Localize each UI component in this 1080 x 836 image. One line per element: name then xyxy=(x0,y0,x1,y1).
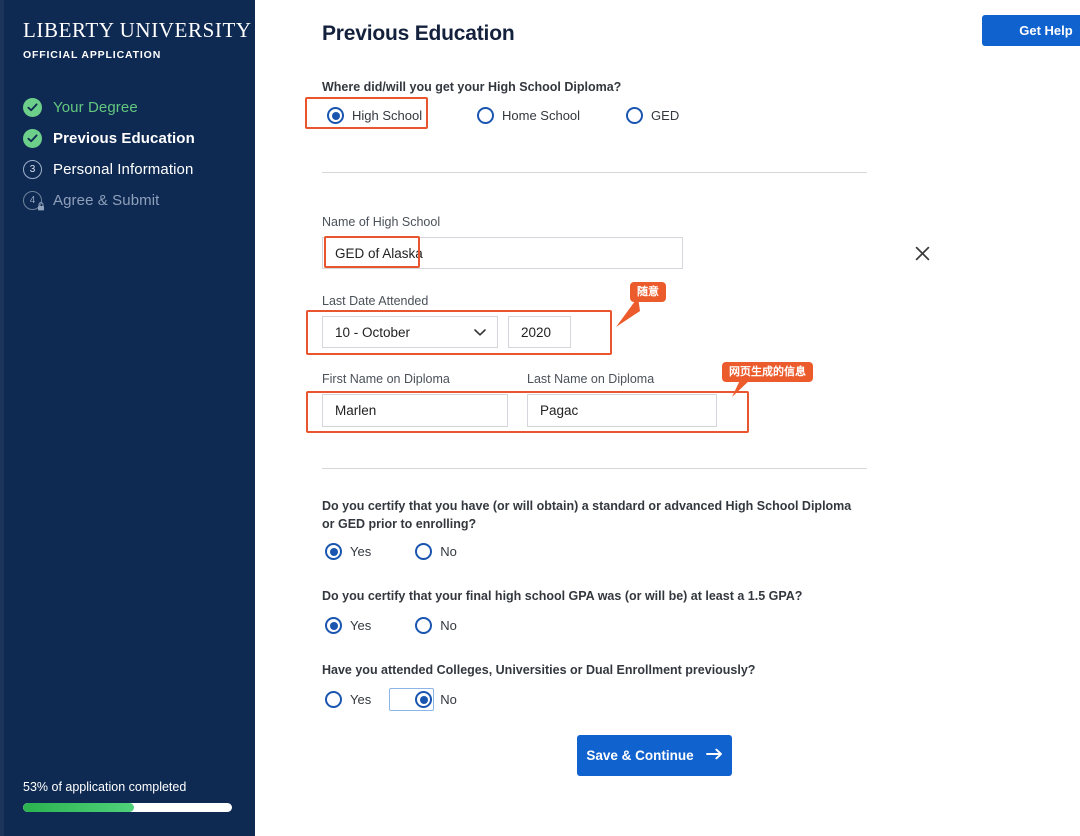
step-nav: Your Degree Previous Education 3 Persona… xyxy=(23,92,238,216)
page-title: Previous Education xyxy=(322,22,515,45)
radio-option-attended-college-no[interactable]: No xyxy=(415,691,457,708)
brand-subtitle: OFFICIAL APPLICATION xyxy=(23,49,162,61)
radio-label: High School xyxy=(352,108,423,123)
sidebar-item-label: Previous Education xyxy=(53,130,195,147)
check-icon xyxy=(23,129,42,148)
school-name-label: Name of High School xyxy=(322,215,441,229)
save-button-label: Save & Continue xyxy=(586,748,694,763)
save-and-continue-button[interactable]: Save & Continue xyxy=(577,735,732,776)
arrow-right-icon xyxy=(705,748,723,763)
radio-label: Yes xyxy=(350,692,372,707)
sidebar-item-previous-education[interactable]: Previous Education xyxy=(23,123,238,154)
sidebar-item-agree-submit: 4 Agree & Submit xyxy=(23,185,238,216)
last-date-year-input[interactable] xyxy=(508,316,571,348)
radio-icon[interactable] xyxy=(415,543,433,560)
sidebar-item-label: Agree & Submit xyxy=(53,192,160,209)
certify-gpa-radio-group[interactable]: Yes No xyxy=(325,617,457,634)
school-name-input[interactable] xyxy=(322,237,683,269)
radio-icon[interactable] xyxy=(626,107,644,124)
brand-title: LIBERTY UNIVERSITY xyxy=(23,18,252,42)
radio-option-high-school[interactable]: High School xyxy=(327,107,431,124)
certify-diploma-radio-group[interactable]: Yes No xyxy=(325,543,457,560)
progress-label: 53% of application completed xyxy=(23,780,187,794)
last-date-attended-label: Last Date Attended xyxy=(322,294,429,308)
radio-label: GED xyxy=(651,108,680,123)
radio-label: Yes xyxy=(350,544,372,559)
sidebar-item-your-degree[interactable]: Your Degree xyxy=(23,92,238,123)
radio-option-certify-diploma-no[interactable]: No xyxy=(415,543,457,560)
first-name-diploma-input[interactable] xyxy=(322,394,508,427)
attended-college-radio-group[interactable]: Yes No xyxy=(325,691,457,708)
certify-gpa-question-label: Do you certify that your final high scho… xyxy=(322,589,803,603)
radio-option-ged[interactable]: GED xyxy=(626,107,679,124)
last-name-diploma-input[interactable] xyxy=(527,394,717,427)
certify-diploma-question-label: Do you certify that you have (or will ob… xyxy=(322,499,852,532)
brand: LIBERTY UNIVERSITY OFFICIAL APPLICATION xyxy=(23,18,252,61)
step-number-badge: 3 xyxy=(23,160,42,179)
sidebar: LIBERTY UNIVERSITY OFFICIAL APPLICATION … xyxy=(0,0,255,836)
radio-option-certify-gpa-yes[interactable]: Yes xyxy=(325,617,371,634)
attended-college-question-label: Have you attended Colleges, Universities… xyxy=(322,663,756,677)
radio-label: No xyxy=(440,544,457,559)
application-progress: 53% of application completed xyxy=(23,780,232,812)
radio-icon[interactable] xyxy=(325,691,342,708)
progress-fill xyxy=(23,803,134,812)
radio-icon[interactable] xyxy=(415,617,433,634)
radio-icon[interactable] xyxy=(325,617,342,634)
section-divider-bottom xyxy=(322,468,867,469)
last-date-month-select[interactable]: 10 - October xyxy=(322,316,498,348)
step-number-badge: 4 xyxy=(23,191,45,211)
radio-option-home-school[interactable]: Home School xyxy=(477,107,580,124)
radio-option-certify-gpa-no[interactable]: No xyxy=(415,617,457,634)
last-date-month-value: 10 - October xyxy=(335,324,411,340)
last-name-diploma-label: Last Name on Diploma xyxy=(527,372,655,386)
radio-option-attended-college-yes[interactable]: Yes xyxy=(325,691,371,708)
progress-track xyxy=(23,803,232,812)
first-name-diploma-label: First Name on Diploma xyxy=(322,372,450,386)
radio-label: Home School xyxy=(502,108,581,123)
sidebar-item-label: Personal Information xyxy=(53,161,194,178)
check-icon xyxy=(23,98,42,117)
radio-label: No xyxy=(440,692,457,707)
diploma-source-question-label: Where did/will you get your High School … xyxy=(322,80,622,94)
sidebar-item-label: Your Degree xyxy=(53,99,138,116)
section-divider-top xyxy=(322,172,867,173)
lock-icon xyxy=(37,202,45,211)
get-help-button[interactable]: Get Help xyxy=(982,15,1080,46)
radio-label: No xyxy=(440,618,457,633)
chevron-down-icon xyxy=(474,325,486,340)
radio-label: Yes xyxy=(350,618,372,633)
main-content: Previous Education Get Help Where did/wi… xyxy=(255,0,1080,836)
sidebar-item-personal-information[interactable]: 3 Personal Information xyxy=(23,154,238,185)
radio-icon[interactable] xyxy=(325,543,342,560)
radio-option-certify-diploma-yes[interactable]: Yes xyxy=(325,543,371,560)
close-icon[interactable] xyxy=(912,243,932,263)
radio-icon[interactable] xyxy=(327,107,344,124)
step-number-text: 4 xyxy=(29,194,36,206)
diploma-source-radio-group[interactable]: High School Home School GED xyxy=(327,107,679,124)
radio-icon[interactable] xyxy=(415,691,433,708)
radio-icon[interactable] xyxy=(477,107,494,124)
